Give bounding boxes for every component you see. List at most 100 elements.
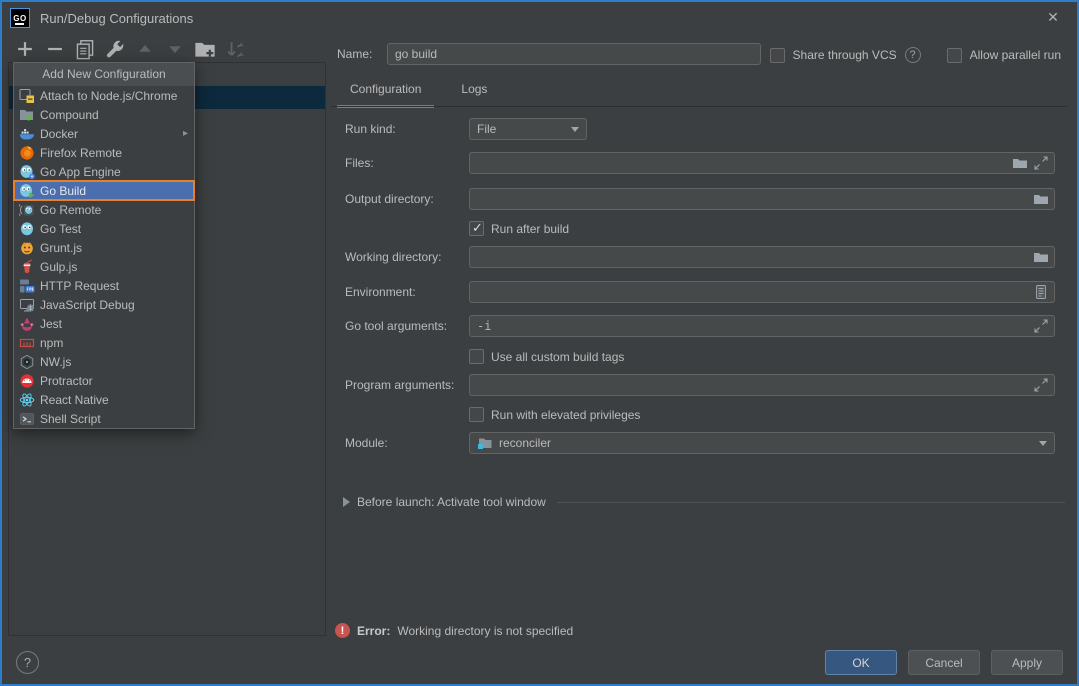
help-button[interactable]: ? — [16, 651, 39, 674]
copy-icon[interactable] — [74, 38, 96, 60]
popup-item-label: npm — [40, 336, 63, 350]
popup-item-nwjs[interactable]: NW.js — [14, 352, 194, 371]
popup-item-compound[interactable]: Compound — [14, 105, 194, 124]
move-up-icon — [134, 38, 156, 60]
remove-icon[interactable] — [44, 38, 66, 60]
run-with-elevated-privileges-checkbox[interactable] — [469, 407, 484, 422]
before-launch-section[interactable]: Before launch: Activate tool window — [343, 495, 1065, 509]
close-icon[interactable]: ✕ — [1043, 7, 1063, 27]
popup-item-docker[interactable]: Docker ▸ — [14, 124, 194, 143]
ok-button[interactable]: OK — [825, 650, 897, 675]
docker-icon — [19, 126, 35, 142]
name-label: Name: — [337, 43, 372, 65]
popup-item-go-app-engine[interactable]: Go App Engine — [14, 162, 194, 181]
jest-icon — [19, 316, 35, 332]
nw-js-icon — [19, 354, 35, 370]
error-prefix: Error: — [357, 624, 390, 638]
browse-folder-icon[interactable] — [1012, 155, 1028, 174]
module-value: reconciler — [499, 436, 551, 450]
error-message-row: ! Error: Working directory is not specif… — [335, 623, 573, 638]
run-debug-configurations-dialog: GO Run/Debug Configurations ✕ Add New Co… — [0, 0, 1079, 686]
working-directory-label: Working directory: — [345, 246, 441, 268]
popup-item-label: React Native — [40, 393, 109, 407]
run-after-build-row[interactable]: Run after build — [469, 221, 569, 236]
new-folder-icon[interactable] — [194, 38, 216, 60]
popup-item-firefox-remote[interactable]: Firefox Remote — [14, 143, 194, 162]
popup-item-go-remote[interactable]: Go Remote — [14, 200, 194, 219]
run-with-elevated-privileges-row[interactable]: Run with elevated privileges — [469, 407, 640, 422]
dialog-buttons: OK Cancel Apply — [825, 650, 1063, 675]
popup-item-go-test[interactable]: Go Test — [14, 219, 194, 238]
tab-logs[interactable]: Logs — [448, 82, 500, 108]
tab-configuration[interactable]: Configuration — [337, 82, 434, 108]
popup-item-label: Grunt.js — [40, 241, 82, 255]
expand-arrow-icon[interactable] — [343, 497, 350, 507]
react-native-icon — [19, 392, 35, 408]
add-icon[interactable] — [14, 38, 36, 60]
output-directory-input[interactable] — [470, 189, 1054, 209]
popup-item-label: Gulp.js — [40, 260, 77, 274]
run-after-build-checkbox[interactable] — [469, 221, 484, 236]
browse-folder-icon[interactable] — [1033, 191, 1049, 210]
popup-item-label: JavaScript Debug — [40, 298, 135, 312]
popup-item-shell-script[interactable]: Shell Script — [14, 409, 194, 428]
apply-button[interactable]: Apply — [991, 650, 1063, 675]
name-input[interactable] — [388, 44, 760, 64]
chevron-down-icon — [1039, 441, 1047, 446]
popup-item-label: Go Remote — [40, 203, 101, 217]
output-directory-field — [469, 188, 1055, 210]
share-through-vcs-checkbox[interactable] — [770, 48, 785, 63]
vcs-help-icon[interactable]: ? — [905, 47, 921, 63]
compound-icon — [19, 107, 35, 123]
run-kind-dropdown[interactable]: File — [469, 118, 587, 140]
popup-item-label: Compound — [40, 108, 99, 122]
npm-icon — [19, 335, 35, 351]
environment-input[interactable] — [470, 282, 1054, 302]
working-directory-field — [469, 246, 1055, 268]
popup-item-label: Go Build — [40, 184, 86, 198]
shell-script-icon — [19, 411, 35, 427]
program-arguments-label: Program arguments: — [345, 374, 454, 396]
popup-item-label: Jest — [40, 317, 62, 331]
expand-icon[interactable] — [1033, 155, 1049, 174]
program-arguments-input[interactable] — [470, 375, 1054, 395]
module-label: Module: — [345, 432, 388, 454]
share-through-vcs-label: Share through VCS — [793, 48, 897, 62]
popup-item-attach-node[interactable]: Attach to Node.js/Chrome — [14, 86, 194, 105]
cancel-button[interactable]: Cancel — [908, 650, 980, 675]
popup-item-protractor[interactable]: Protractor — [14, 371, 194, 390]
run-after-build-label: Run after build — [491, 222, 569, 236]
working-directory-input[interactable] — [470, 247, 1054, 267]
tabs-separator — [331, 106, 1067, 107]
popup-item-react-native[interactable]: React Native — [14, 390, 194, 409]
firefox-icon — [19, 145, 35, 161]
sort-alphabetically-icon — [224, 38, 246, 60]
popup-item-label: Protractor — [40, 374, 93, 388]
edit-defaults-wrench-icon[interactable] — [104, 38, 126, 60]
popup-item-javascript-debug[interactable]: JavaScript Debug — [14, 295, 194, 314]
allow-parallel-run-checkbox[interactable] — [947, 48, 962, 63]
module-dropdown[interactable]: reconciler — [469, 432, 1055, 454]
popup-item-jest[interactable]: Jest — [14, 314, 194, 333]
allow-parallel-run-label: Allow parallel run — [970, 48, 1061, 62]
browse-variables-icon[interactable] — [1033, 284, 1049, 303]
expand-icon[interactable] — [1033, 377, 1049, 396]
popup-item-npm[interactable]: npm — [14, 333, 194, 352]
popup-item-gulp[interactable]: Gulp.js — [14, 257, 194, 276]
use-all-custom-build-tags-row[interactable]: Use all custom build tags — [469, 349, 624, 364]
titlebar: GO Run/Debug Configurations ✕ — [2, 2, 1077, 34]
go-tool-arguments-input[interactable] — [470, 316, 1054, 336]
go-test-icon — [19, 221, 35, 237]
javascript-debug-icon — [19, 297, 35, 313]
files-input[interactable] — [470, 153, 1054, 173]
expand-icon[interactable] — [1033, 318, 1049, 337]
run-kind-label: Run kind: — [345, 118, 396, 140]
popup-item-http-request[interactable]: HTTP Request — [14, 276, 194, 295]
go-tool-arguments-label: Go tool arguments: — [345, 315, 447, 337]
browse-folder-icon[interactable] — [1033, 249, 1049, 268]
popup-item-grunt[interactable]: Grunt.js — [14, 238, 194, 257]
popup-item-go-build[interactable]: Go Build — [14, 181, 194, 200]
files-label: Files: — [345, 152, 374, 174]
use-all-custom-build-tags-checkbox[interactable] — [469, 349, 484, 364]
window-title: Run/Debug Configurations — [40, 11, 193, 26]
